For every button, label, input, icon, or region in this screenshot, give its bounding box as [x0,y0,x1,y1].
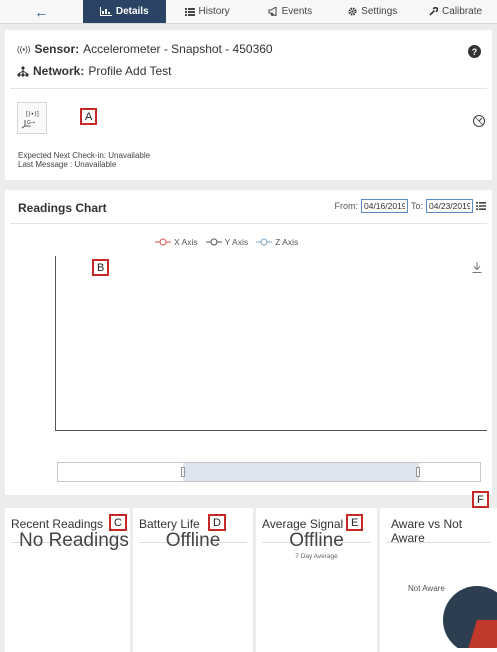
annotation-marker-f: F [472,491,489,508]
back-arrow-icon: ← [34,3,49,20]
network-icon [17,65,29,77]
divider [386,542,491,543]
sensor-detail-page: ← Details History Events Settings Calibr… [0,0,497,652]
tab-label: Settings [361,6,398,17]
average-signal-value: Offline [289,530,344,551]
speedometer-icon[interactable] [472,114,486,128]
tab-label: Details [115,6,149,17]
average-signal-title: Average Signal [262,517,344,531]
sensor-type-icon: [(•)] G→ [17,102,47,134]
list-icon [184,7,195,16]
navigator-left-handle[interactable] [181,467,185,477]
next-checkin: Expected Next Check-in: Unavailable [18,151,151,160]
recent-readings-tile: Recent Readings No Readings C [5,508,130,652]
tab-history[interactable]: History [166,0,249,23]
chart-navigator[interactable] [57,462,481,482]
wrench-icon [429,7,439,16]
tab-label: Calibrate [442,6,483,17]
network-label: Network: [33,64,85,78]
network-title: Network: Profile Add Test [17,64,172,78]
checkin-info: Expected Next Check-in: Unavailable Last… [18,151,150,169]
aware-pie-chart [443,586,497,648]
gear-icon [348,7,357,16]
last-message: Last Message : Unavailable [18,160,117,169]
annotation-marker-e: E [346,514,364,531]
divider [10,88,487,89]
navigator-selection[interactable] [183,463,419,481]
annotation-marker-c: C [109,514,127,531]
svg-text:[(•)]: [(•)] [26,111,39,118]
tab-label: Events [281,6,313,17]
tab-label: History [198,6,230,17]
recent-readings-title: Recent Readings [11,517,104,531]
tab-calibrate[interactable]: Calibrate [414,0,497,23]
svg-text:G→: G→ [27,120,35,126]
battery-life-title: Battery Life [139,517,200,531]
aware-vs-not-aware-tile: Aware vs Not Aware Not Aware [380,508,497,652]
average-signal-subtitle: 7 Day Average [295,553,338,560]
pie-label-not-aware: Not Aware [408,584,445,593]
annotation-marker-d: D [208,514,226,531]
sensor-name: Accelerometer - Snapshot - 450360 [83,42,273,56]
battery-life-tile: Battery Life Offline D [133,508,253,652]
chart-plot-area [55,256,487,431]
sensor-info-card: ((•)) Sensor: Accelerometer - Snapshot -… [5,30,492,180]
average-signal-tile: Average Signal Offline 7 Day Average E [256,508,377,652]
sensor-title: ((•)) Sensor: Accelerometer - Snapshot -… [17,42,273,56]
signal-icon: ((•)) [17,44,31,54]
tab-details[interactable]: Details [82,0,166,23]
tab-events[interactable]: Events [248,0,331,23]
recent-readings-value: No Readings [19,530,129,551]
top-nav: ← Details History Events Settings Calibr… [0,0,497,24]
annotation-marker-a: A [80,108,98,125]
chart-icon [99,7,112,16]
network-name: Profile Add Test [88,64,172,78]
tab-settings[interactable]: Settings [331,0,414,23]
navigator-right-handle[interactable] [416,467,420,477]
battery-life-value: Offline [165,530,221,551]
aware-title: Aware vs Not Aware [391,517,463,545]
help-icon[interactable]: ? [468,45,481,58]
megaphone-icon [268,7,277,16]
back-button[interactable]: ← [0,0,83,23]
readings-chart-card: Readings Chart From: To: X Axis Y Axis Z… [5,190,492,495]
sensor-label: Sensor: [34,42,80,56]
